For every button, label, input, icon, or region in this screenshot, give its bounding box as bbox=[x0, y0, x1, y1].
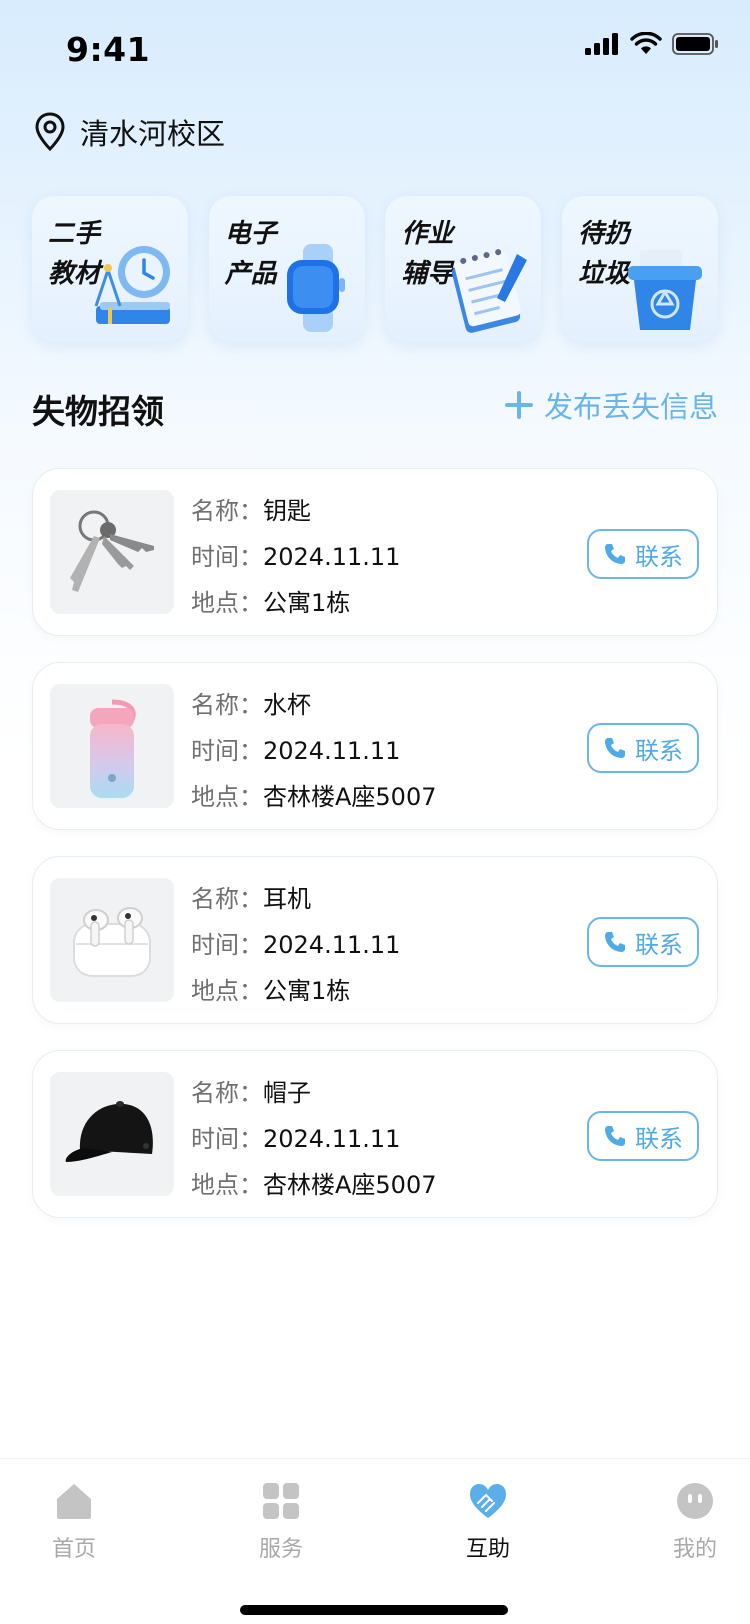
tab-label: 我的 bbox=[672, 1537, 717, 1562]
item-time: 2024.11.11 bbox=[263, 931, 401, 959]
battery-icon bbox=[672, 33, 718, 55]
item-place: 公寓1栋 bbox=[263, 589, 351, 617]
item-time-row: 时间：2024.11.11 bbox=[191, 1116, 437, 1162]
time-label: 时间： bbox=[191, 737, 263, 765]
tab-label: 首页 bbox=[51, 1537, 96, 1562]
contact-button[interactable]: 联系 bbox=[587, 917, 699, 967]
signal-icon bbox=[585, 33, 618, 55]
contact-label: 联系 bbox=[635, 542, 683, 571]
tab-mutual-help[interactable]: 互助 bbox=[428, 1481, 548, 1563]
tab-label: 服务 bbox=[258, 1537, 303, 1562]
item-place-row: 地点：杏林楼A座5007 bbox=[191, 1162, 437, 1208]
contact-label: 联系 bbox=[635, 1124, 683, 1153]
tab-bar: 首页 服务 互助 我的 bbox=[0, 1458, 750, 1624]
status-time: 9:41 bbox=[66, 30, 151, 69]
name-label: 名称： bbox=[191, 885, 263, 913]
time-label: 时间： bbox=[191, 931, 263, 959]
category-row: 二手 教材 电子 产品 作业 辅导 待扔 垃圾 bbox=[32, 196, 718, 342]
contact-label: 联系 bbox=[635, 930, 683, 959]
category-electronics[interactable]: 电子 产品 bbox=[208, 196, 365, 342]
tab-home[interactable]: 首页 bbox=[14, 1481, 134, 1563]
place-label: 地点： bbox=[191, 783, 263, 811]
time-label: 时间： bbox=[191, 1125, 263, 1153]
lost-item-card[interactable]: 名称：耳机 时间：2024.11.11 地点：公寓1栋 联系 bbox=[32, 856, 718, 1024]
lost-item-card[interactable]: 名称：钥匙 时间：2024.11.11 地点：公寓1栋 联系 bbox=[32, 468, 718, 636]
contact-button[interactable]: 联系 bbox=[587, 1111, 699, 1161]
contact-button[interactable]: 联系 bbox=[587, 529, 699, 579]
item-place-row: 地点：杏林楼A座5007 bbox=[191, 774, 437, 820]
earbuds-image bbox=[50, 878, 174, 1002]
campus-name: 清水河校区 bbox=[80, 117, 226, 151]
item-time: 2024.11.11 bbox=[263, 1125, 401, 1153]
phone-icon bbox=[605, 1126, 625, 1146]
phone-icon bbox=[605, 544, 625, 564]
status-icons bbox=[584, 32, 720, 56]
home-icon bbox=[57, 1484, 91, 1519]
notebook-pen-icon bbox=[452, 249, 528, 333]
keys-image bbox=[50, 490, 174, 614]
lost-item-card[interactable]: 名称：帽子 时间：2024.11.11 地点：杏林楼A座5007 联系 bbox=[32, 1050, 718, 1218]
item-time: 2024.11.11 bbox=[263, 737, 401, 765]
item-time-row: 时间：2024.11.11 bbox=[191, 728, 437, 774]
item-time-row: 时间：2024.11.11 bbox=[191, 922, 400, 968]
section-title: 失物招领 bbox=[32, 392, 164, 431]
name-label: 名称： bbox=[191, 497, 263, 525]
item-place-row: 地点：公寓1栋 bbox=[191, 968, 400, 1014]
tab-profile[interactable]: 我的 bbox=[635, 1481, 750, 1563]
item-name-row: 名称：耳机 bbox=[191, 876, 400, 922]
item-name-row: 名称：钥匙 bbox=[191, 488, 400, 534]
item-place: 杏林楼A座5007 bbox=[263, 1171, 437, 1199]
item-name: 钥匙 bbox=[263, 497, 311, 525]
item-name: 水杯 bbox=[263, 691, 311, 719]
post-lost-item-label: 发布丢失信息 bbox=[543, 390, 718, 424]
name-label: 名称： bbox=[191, 691, 263, 719]
item-info: 名称：水杯 时间：2024.11.11 地点：杏林楼A座5007 bbox=[191, 682, 437, 820]
name-label: 名称： bbox=[191, 1079, 263, 1107]
place-label: 地点： bbox=[191, 1171, 263, 1199]
place-label: 地点： bbox=[191, 589, 263, 617]
cap-image bbox=[50, 1072, 174, 1196]
post-lost-item-button[interactable]: 发布丢失信息 bbox=[504, 384, 718, 426]
item-place-row: 地点：公寓1栋 bbox=[191, 580, 400, 626]
item-info: 名称：钥匙 时间：2024.11.11 地点：公寓1栋 bbox=[191, 488, 400, 626]
phone-icon bbox=[605, 932, 625, 952]
category-homework[interactable]: 作业 辅导 bbox=[385, 196, 542, 342]
item-place: 公寓1栋 bbox=[263, 977, 351, 1005]
lost-items-list: 名称：钥匙 时间：2024.11.11 地点：公寓1栋 联系 名称：水杯 时间：… bbox=[32, 468, 718, 1244]
wifi-icon bbox=[630, 32, 662, 54]
item-place: 杏林楼A座5007 bbox=[263, 783, 437, 811]
item-info: 名称：耳机 时间：2024.11.11 地点：公寓1栋 bbox=[191, 876, 400, 1014]
heart-hands-icon bbox=[470, 1484, 506, 1518]
item-name: 耳机 bbox=[263, 885, 311, 913]
profile-face-icon bbox=[677, 1483, 713, 1519]
location-pin-icon bbox=[35, 112, 65, 152]
time-label: 时间： bbox=[191, 543, 263, 571]
plus-icon bbox=[504, 391, 533, 419]
cup-image bbox=[50, 684, 174, 808]
lost-item-card[interactable]: 名称：水杯 时间：2024.11.11 地点：杏林楼A座5007 联系 bbox=[32, 662, 718, 830]
item-info: 名称：帽子 时间：2024.11.11 地点：杏林楼A座5007 bbox=[191, 1070, 437, 1208]
category-trash[interactable]: 待扔 垃圾 bbox=[561, 196, 718, 342]
item-time: 2024.11.11 bbox=[263, 543, 401, 571]
item-name-row: 名称：帽子 bbox=[191, 1070, 437, 1116]
campus-selector[interactable]: 清水河校区 bbox=[34, 108, 225, 156]
smartwatch-icon bbox=[286, 244, 345, 332]
grid-icon bbox=[263, 1483, 299, 1519]
contact-button[interactable]: 联系 bbox=[587, 723, 699, 773]
textbook-icon bbox=[94, 246, 170, 324]
app-screen: 9:41 清水河校区 二手 教材 电子 产品 作业 辅导 待扔 垃圾 失物招领 … bbox=[0, 0, 750, 1624]
item-name: 帽子 bbox=[263, 1079, 311, 1107]
status-bar: 9:41 bbox=[0, 0, 750, 100]
home-indicator[interactable] bbox=[240, 1605, 508, 1615]
phone-icon bbox=[605, 738, 625, 758]
item-name-row: 名称：水杯 bbox=[191, 682, 437, 728]
tab-services[interactable]: 服务 bbox=[221, 1481, 341, 1563]
item-time-row: 时间：2024.11.11 bbox=[191, 534, 400, 580]
category-textbooks[interactable]: 二手 教材 bbox=[32, 196, 188, 342]
recycle-bin-icon bbox=[627, 250, 702, 330]
tab-label: 互助 bbox=[465, 1537, 510, 1562]
place-label: 地点： bbox=[191, 977, 263, 1005]
contact-label: 联系 bbox=[635, 736, 683, 765]
